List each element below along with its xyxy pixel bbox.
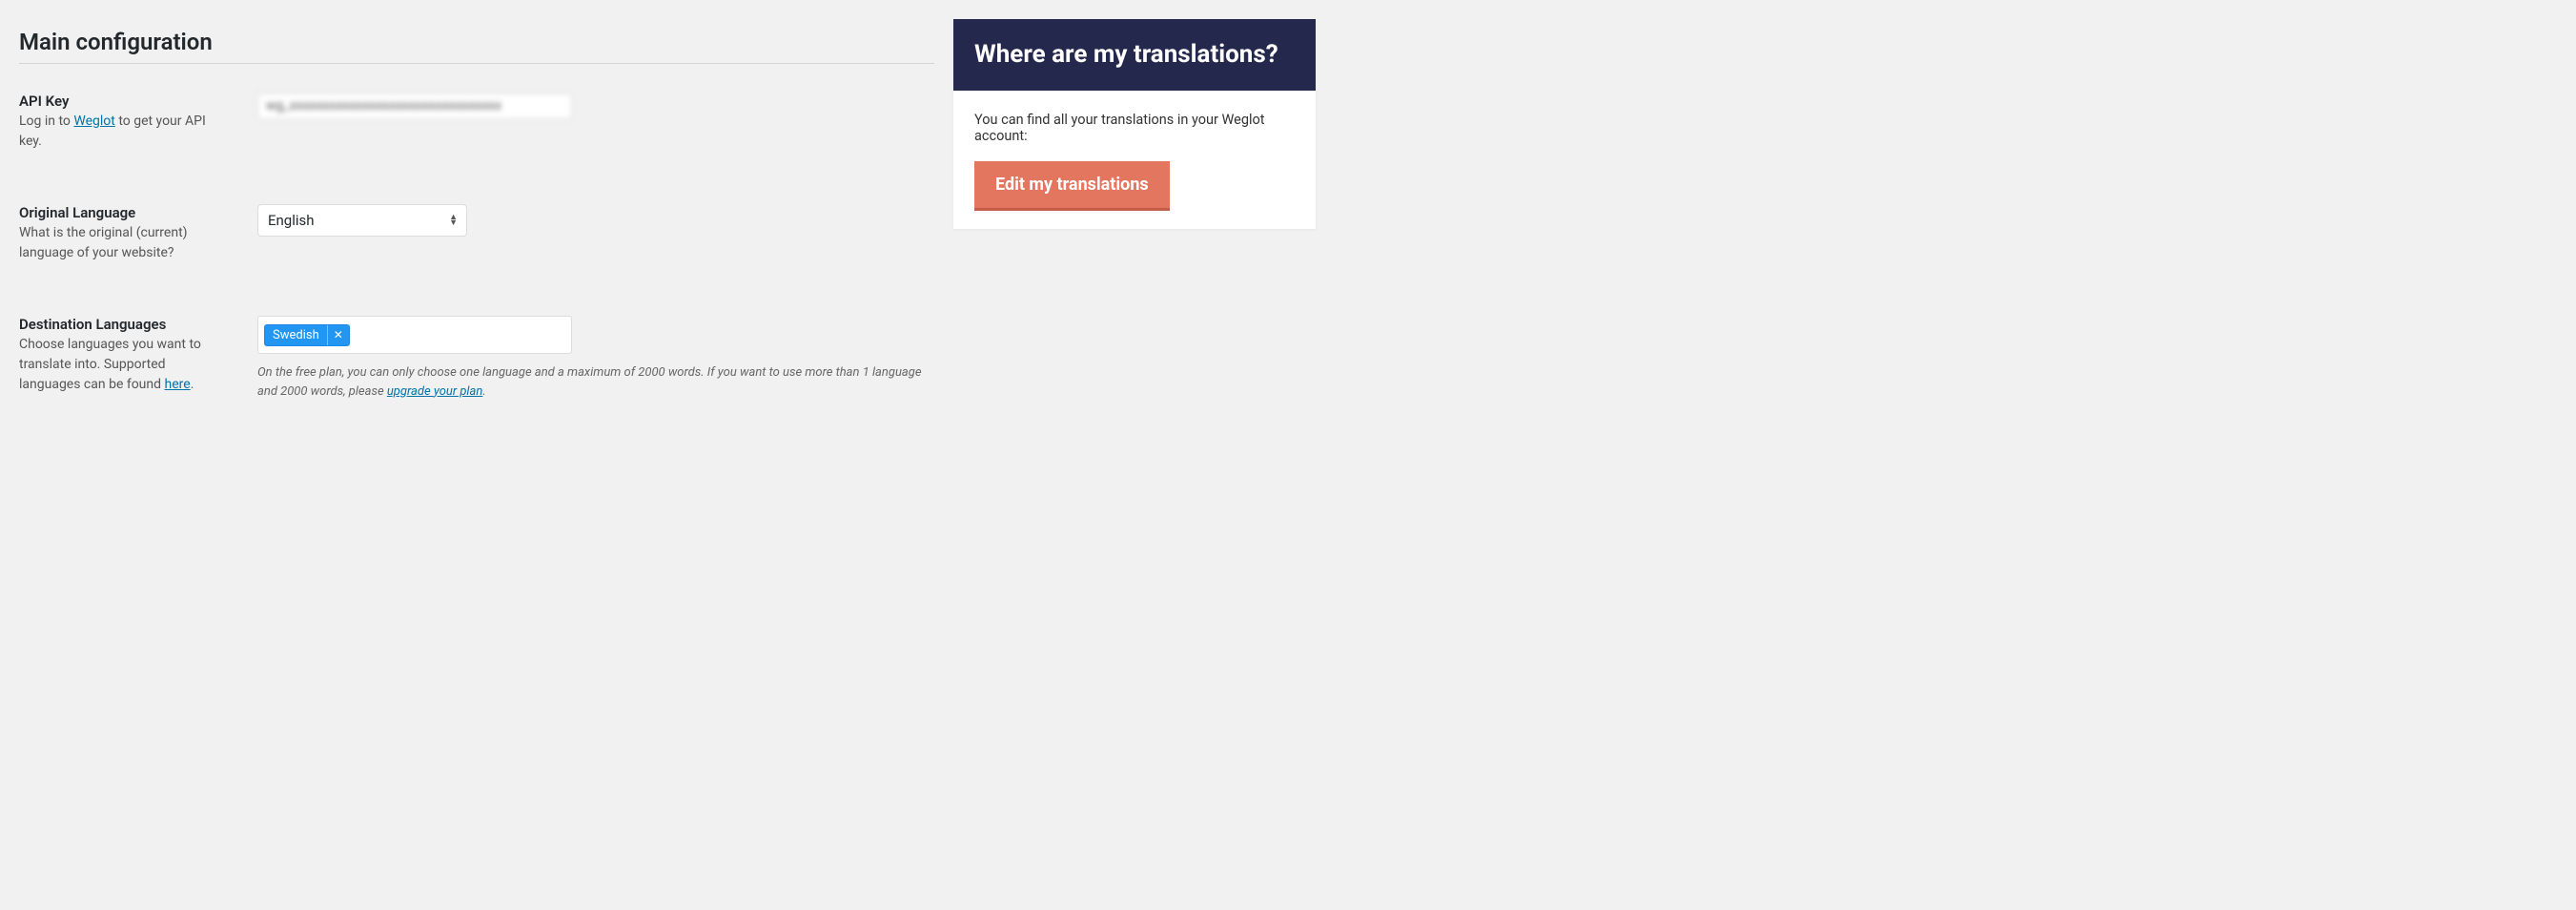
destination-languages-hint: On the free plan, you can only choose on… (257, 363, 925, 401)
destination-languages-label-block: Destination Languages Choose languages y… (19, 316, 248, 395)
upgrade-plan-link[interactable]: upgrade your plan (387, 384, 482, 399)
dest-desc-post: . (191, 377, 194, 392)
main-configuration-panel: Main configuration API Key Log in to Weg… (19, 19, 934, 415)
edit-translations-button[interactable]: Edit my translations (974, 161, 1170, 208)
api-key-label: API Key (19, 93, 229, 110)
api-key-description: Log in to Weglot to get your API key. (19, 112, 229, 152)
title-divider (19, 63, 934, 64)
field-destination-languages: Destination Languages Choose languages y… (19, 316, 934, 401)
card-body: You can find all your translations in yo… (953, 91, 1316, 229)
card-header: Where are my translations? (953, 19, 1316, 91)
original-language-select[interactable]: English (257, 204, 467, 237)
weglot-link[interactable]: Weglot (73, 114, 114, 129)
page-title: Main configuration (19, 29, 934, 55)
original-language-control: English ▲▼ (257, 204, 934, 237)
supported-languages-link[interactable]: here (165, 377, 191, 392)
sidebar: Where are my translations? You can find … (953, 19, 1316, 229)
language-tag-label: Swedish (265, 325, 327, 345)
language-tag: Swedish ✕ (264, 324, 350, 346)
hint-post: . (482, 384, 485, 399)
card-body-text: You can find all your translations in yo… (974, 112, 1295, 144)
remove-tag-icon[interactable]: ✕ (327, 325, 349, 345)
hint-pre: On the free plan, you can only choose on… (257, 365, 922, 399)
destination-languages-control: Swedish ✕ On the free plan, you can only… (257, 316, 934, 401)
translations-card: Where are my translations? You can find … (953, 19, 1316, 229)
original-language-select-wrap: English ▲▼ (257, 204, 467, 237)
field-api-key: API Key Log in to Weglot to get your API… (19, 93, 934, 152)
api-key-control: wg_xxxxxxxxxxxxxxxxxxxxxxxxxxxxxxxx (257, 93, 934, 119)
original-language-description: What is the original (current) language … (19, 223, 229, 263)
api-key-input[interactable]: wg_xxxxxxxxxxxxxxxxxxxxxxxxxxxxxxxx (257, 93, 572, 119)
api-key-label-block: API Key Log in to Weglot to get your API… (19, 93, 248, 152)
destination-languages-label: Destination Languages (19, 316, 229, 333)
field-original-language: Original Language What is the original (… (19, 204, 934, 263)
original-language-label-block: Original Language What is the original (… (19, 204, 248, 263)
api-key-desc-pre: Log in to (19, 114, 73, 129)
destination-languages-description: Choose languages you want to translate i… (19, 335, 229, 395)
destination-languages-input[interactable]: Swedish ✕ (257, 316, 572, 354)
original-language-label: Original Language (19, 204, 229, 221)
